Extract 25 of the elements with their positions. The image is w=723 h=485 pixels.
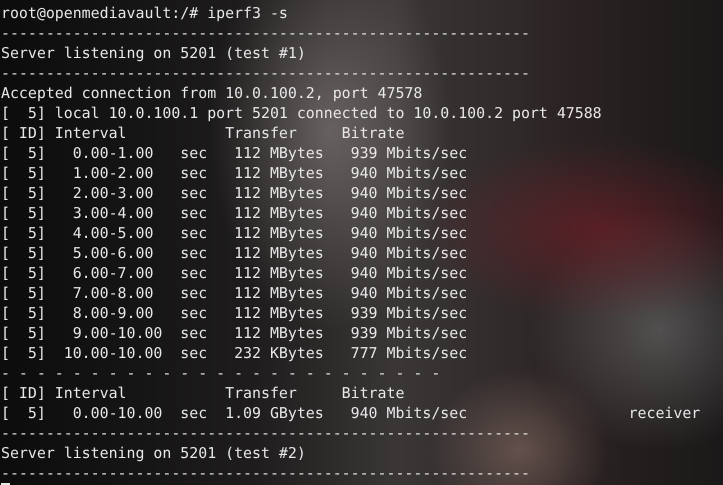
terminal-line: [ 5] 10.00-10.00 sec 232 KBytes 777 Mbits/sec: [0, 343, 468, 363]
terminal-line: [ 5] local 10.0.100.1 port 5201 connected to 10.0.100.2 port 47588: [0, 103, 602, 123]
terminal-line: [ 5] 2.00-3.00 sec 112 MBytes 940 Mbits/sec: [0, 183, 468, 203]
terminal-line: [ 5] 1.00-2.00 sec 112 MBytes 940 Mbits/sec: [0, 163, 468, 183]
terminal-line: [ 5] 6.00-7.00 sec 112 MBytes 940 Mbits/sec: [0, 263, 468, 283]
terminal-line: [ 5] 4.00-5.00 sec 112 MBytes 940 Mbits/sec: [0, 223, 468, 243]
terminal-line: [ 5] 9.00-10.00 sec 112 MBytes 939 Mbits/sec: [0, 323, 468, 343]
terminal-line: [ ID] Interval Transfer Bitrate: [0, 383, 404, 403]
terminal-line: -----------------------------------------------------------: [0, 463, 530, 483]
terminal-line: [ 5] 7.00-8.00 sec 112 MBytes 940 Mbits/sec: [0, 283, 468, 303]
terminal-line: -----------------------------------------------------------: [0, 63, 530, 83]
terminal-line: [ 5] 3.00-4.00 sec 112 MBytes 940 Mbits/sec: [0, 203, 468, 223]
terminal-line: root@openmediavault:/# iperf3 -s: [0, 3, 288, 23]
text-cursor: [1, 483, 10, 485]
terminal-line: [ ID] Interval Transfer Bitrate: [0, 123, 404, 143]
terminal-line: [ 5] 8.00-9.00 sec 112 MBytes 939 Mbits/sec: [0, 303, 468, 323]
terminal-line: - - - - - - - - - - - - - - - - - - - - - - - - -: [0, 363, 440, 383]
terminal-line: [ 5] 0.00-10.00 sec 1.09 GBytes 940 Mbits/sec receiver: [0, 403, 700, 423]
terminal-line: -----------------------------------------------------------: [0, 423, 530, 443]
terminal-line: [ 5] 0.00-1.00 sec 112 MBytes 939 Mbits/sec: [0, 143, 468, 163]
terminal-line: [ 5] 5.00-6.00 sec 112 MBytes 940 Mbits/sec: [0, 243, 468, 263]
terminal-line: Server listening on 5201 (test #2): [0, 443, 306, 463]
terminal-line: Accepted connection from 10.0.100.2, port 47578: [0, 83, 422, 103]
terminal-line: -----------------------------------------------------------: [0, 23, 530, 43]
terminal-line: Server listening on 5201 (test #1): [0, 43, 306, 63]
